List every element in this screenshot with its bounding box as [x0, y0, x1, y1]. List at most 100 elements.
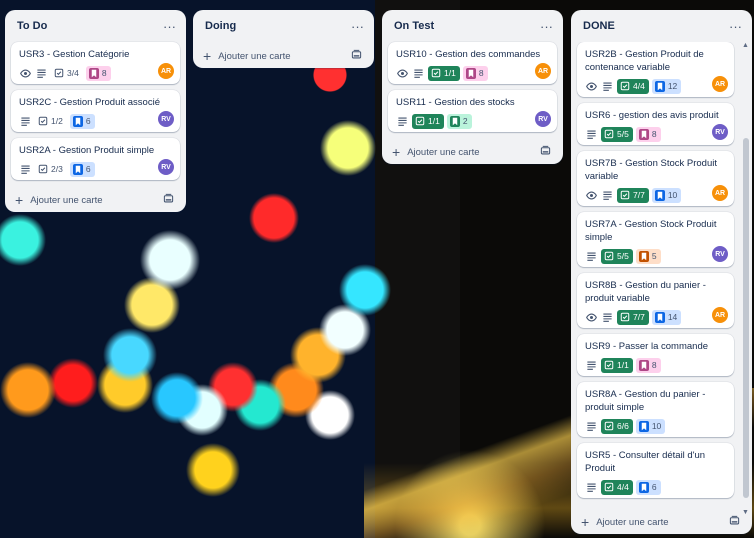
avatar[interactable]: AR — [712, 307, 728, 323]
checklist-badge-complete: 7/7 — [617, 187, 649, 203]
card-usr7b[interactable]: USR7B - Gestion Stock Produit variable 7… — [577, 151, 734, 206]
checklist-badge-complete: 4/4 — [617, 78, 649, 94]
add-card-row: + Ajouter une carte — [571, 508, 752, 534]
add-card-label: Ajouter une carte — [596, 516, 669, 528]
add-card-row: + Ajouter une carte — [382, 138, 563, 164]
plus-icon: + — [15, 192, 24, 208]
avatar[interactable]: RV — [158, 159, 174, 175]
card-usr10[interactable]: USR10 - Gestion des commandes 1/1 8 AR — [388, 42, 557, 84]
label-badge: 2 — [446, 113, 472, 129]
description-icon — [585, 420, 598, 433]
bookmark-icon — [654, 189, 665, 201]
list-header: Doing ··· — [193, 10, 374, 42]
label-badge: 5 — [635, 248, 661, 264]
list-menu-icon[interactable]: ··· — [351, 20, 364, 33]
card-template-icon[interactable] — [540, 145, 551, 159]
avatar[interactable]: AR — [535, 63, 551, 79]
label-badge: 8 — [635, 357, 661, 373]
add-card-label: Ajouter une carte — [30, 194, 103, 206]
description-icon — [601, 189, 614, 202]
bookmark-icon — [638, 481, 649, 493]
list-title[interactable]: DONE — [583, 20, 615, 32]
list-title[interactable]: To Do — [17, 20, 47, 32]
add-card-button[interactable]: + Ajouter une carte — [581, 515, 669, 529]
list-menu-icon[interactable]: ··· — [540, 20, 553, 33]
plus-icon: + — [203, 48, 212, 64]
list-on-test: On Test ··· USR10 - Gestion des commande… — [382, 10, 563, 164]
description-icon — [35, 67, 48, 80]
add-card-button[interactable]: + Ajouter une carte — [15, 193, 103, 207]
description-icon — [601, 80, 614, 93]
card-usr8a[interactable]: USR8A - Gestion du panier - produit simp… — [577, 382, 734, 437]
label-badge: 6 — [69, 161, 95, 177]
label-badge: 14 — [651, 309, 682, 325]
card-template-icon[interactable] — [729, 515, 740, 529]
checklist-badge-complete: 5/5 — [601, 248, 633, 264]
card-title: USR6 - gestion des avis produit — [585, 110, 719, 121]
scrollbar-thumb[interactable] — [743, 138, 749, 498]
label-badge: 8 — [635, 126, 661, 142]
checklist-badge-complete: 6/6 — [601, 418, 633, 434]
card-usr11[interactable]: USR11 - Gestion des stocks 1/1 2 RV — [388, 90, 557, 132]
list-done: DONE ··· USR2B - Gestion Produit de cont… — [571, 10, 752, 534]
checklist-badge-complete: 7/7 — [617, 309, 649, 325]
card-usr2b[interactable]: USR2B - Gestion Produit de contenance va… — [577, 42, 734, 97]
description-icon — [412, 67, 425, 80]
label-badge: 8 — [85, 65, 111, 81]
avatar[interactable]: AR — [712, 76, 728, 92]
description-icon — [396, 115, 409, 128]
list-menu-icon[interactable]: ··· — [729, 20, 742, 33]
list-doing: Doing ··· + Ajouter une carte — [193, 10, 374, 68]
watch-eye-icon — [585, 311, 598, 324]
list-header: To Do ··· — [5, 10, 186, 42]
card-usr6[interactable]: USR6 - gestion des avis produit 5/5 8 RV — [577, 103, 734, 145]
card-title: USR11 - Gestion des stocks — [396, 97, 515, 108]
add-card-button[interactable]: + Ajouter une carte — [392, 145, 480, 159]
label-badge: 6 — [635, 479, 661, 495]
avatar[interactable]: RV — [712, 124, 728, 140]
label-badge: 10 — [651, 187, 682, 203]
add-card-button[interactable]: + Ajouter une carte — [203, 49, 291, 63]
card-title: USR2B - Gestion Produit de contenance va… — [585, 49, 704, 73]
list-header: On Test ··· — [382, 10, 563, 42]
add-card-label: Ajouter une carte — [218, 50, 291, 62]
description-icon — [601, 311, 614, 324]
bookmark-icon — [638, 128, 649, 140]
description-icon — [585, 481, 598, 494]
avatar[interactable]: RV — [712, 246, 728, 262]
avatar[interactable]: RV — [158, 111, 174, 127]
avatar[interactable]: RV — [535, 111, 551, 127]
checklist-badge: 3/4 — [51, 66, 83, 81]
avatar[interactable]: AR — [712, 185, 728, 201]
list-title[interactable]: Doing — [205, 20, 236, 32]
card-usr8b[interactable]: USR8B - Gestion du panier - produit vari… — [577, 273, 734, 328]
card-title: USR7A - Gestion Stock Produit simple — [585, 219, 717, 243]
card-usr3[interactable]: USR3 - Gestion Catégorie 3/4 8 AR — [11, 42, 180, 84]
card-template-icon[interactable] — [163, 193, 174, 207]
label-badge: 8 — [462, 65, 488, 81]
card-usr2a[interactable]: USR2A - Gestion Produit simple 2/3 6 RV — [11, 138, 180, 180]
list-header: DONE ··· — [571, 10, 752, 42]
card-usr9[interactable]: USR9 - Passer la commande 1/1 8 — [577, 334, 734, 376]
card-title: USR3 - Gestion Catégorie — [19, 49, 130, 60]
bookmark-icon — [465, 67, 476, 79]
list-menu-icon[interactable]: ··· — [163, 20, 176, 33]
checklist-badge-complete: 1/1 — [601, 357, 633, 373]
card-usr5[interactable]: USR5 - Consulter détail d'un Produit 4/4… — [577, 443, 734, 498]
scroll-down-arrow-icon[interactable]: ▼ — [742, 509, 749, 516]
card-template-icon[interactable] — [351, 49, 362, 63]
bookmark-icon — [449, 115, 460, 127]
card-usr7a[interactable]: USR7A - Gestion Stock Produit simple 5/5… — [577, 212, 734, 267]
bookmark-icon — [654, 80, 665, 92]
scroll-up-arrow-icon[interactable]: ▲ — [742, 42, 749, 49]
list-title[interactable]: On Test — [394, 20, 434, 32]
card-usr2c[interactable]: USR2C - Gestion Produit associé 1/2 6 RV — [11, 90, 180, 132]
label-badge: 10 — [635, 418, 666, 434]
bookmark-icon — [72, 163, 83, 175]
card-title: USR9 - Passer la commande — [585, 341, 709, 352]
avatar[interactable]: AR — [158, 63, 174, 79]
list-scrollbar[interactable]: ▲ ▼ — [740, 40, 752, 518]
plus-icon: + — [392, 144, 401, 160]
label-badge: 12 — [651, 78, 682, 94]
checklist-badge: 2/3 — [35, 162, 67, 177]
